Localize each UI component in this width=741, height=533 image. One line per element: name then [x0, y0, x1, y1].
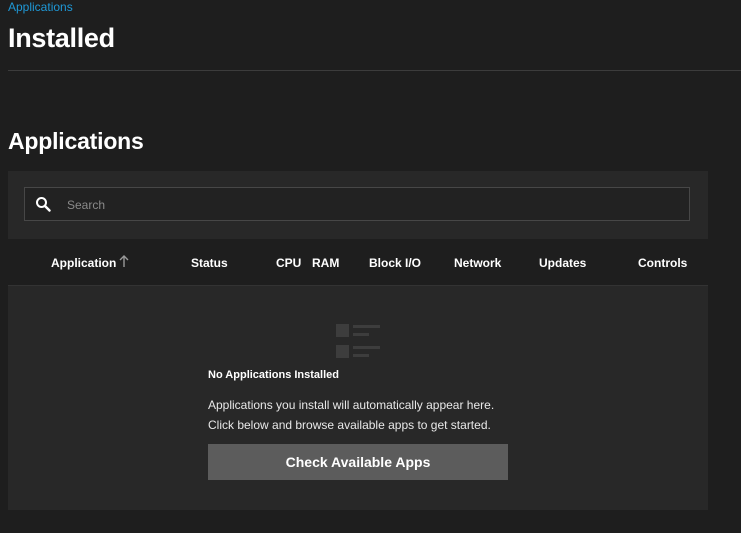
sort-ascending-icon[interactable]	[118, 254, 130, 268]
column-header-cpu[interactable]: CPU	[276, 255, 301, 271]
header-divider	[8, 70, 741, 71]
search-input[interactable]	[65, 188, 669, 222]
empty-state-title: No Applications Installed	[208, 369, 339, 381]
page: Applications Installed Applications Appl…	[0, 0, 741, 533]
check-available-apps-button[interactable]: Check Available Apps	[208, 444, 508, 480]
column-header-status[interactable]: Status	[191, 255, 228, 271]
search-icon	[36, 197, 51, 212]
column-header-application[interactable]: Application	[51, 255, 116, 271]
column-header-network[interactable]: Network	[454, 255, 501, 271]
column-header-block-io[interactable]: Block I/O	[369, 255, 421, 271]
search-box[interactable]	[24, 187, 690, 222]
page-title: Installed	[8, 23, 115, 53]
breadcrumb-applications[interactable]: Applications	[8, 0, 73, 14]
empty-state-panel: No Applications Installed Applications y…	[8, 286, 708, 510]
table-header: Application Status CPU RAM Block I/O Net…	[8, 239, 708, 286]
list-icon	[336, 324, 380, 358]
column-header-controls: Controls	[638, 256, 688, 270]
search-panel	[8, 171, 708, 239]
section-title: Applications	[8, 128, 144, 154]
column-header-ram[interactable]: RAM	[312, 255, 339, 271]
column-header-updates[interactable]: Updates	[539, 255, 586, 271]
empty-state-message-line1: Applications you install will automatica…	[208, 398, 495, 412]
empty-state-message-line2: Click below and browse available apps to…	[208, 418, 491, 432]
